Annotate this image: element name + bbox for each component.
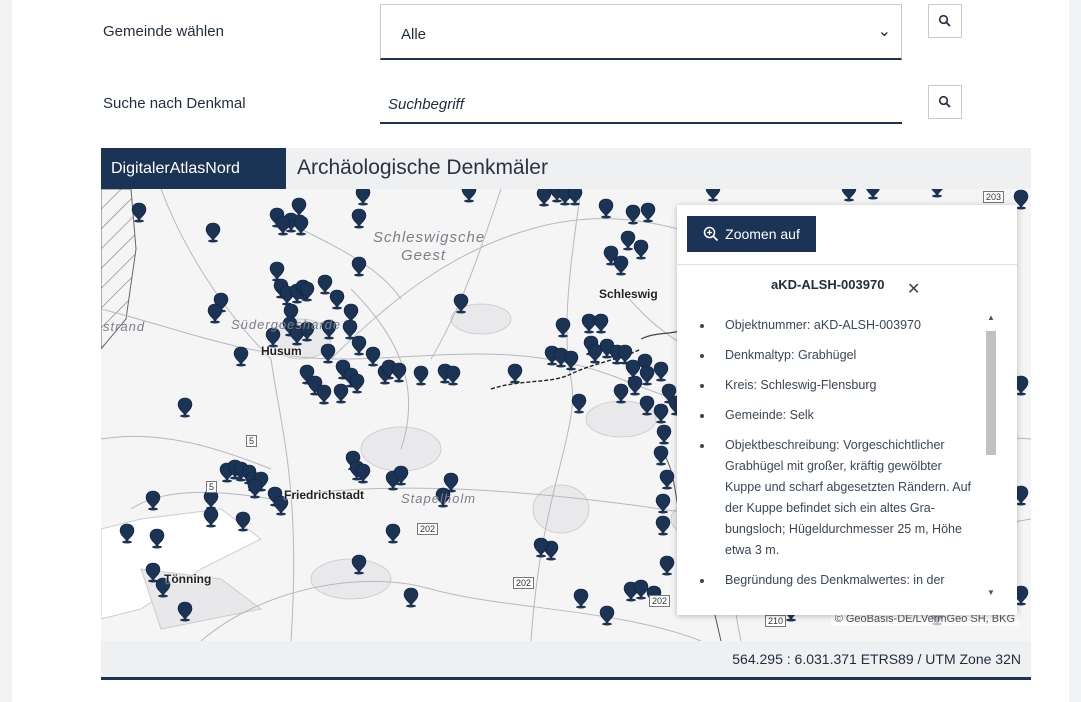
road-number: 202 (649, 595, 671, 607)
list-item: Gemeinde: Selk (677, 405, 987, 426)
region-label: Schleswigsche (373, 229, 486, 246)
region-label: Stapelholm (401, 491, 477, 506)
chevron-down-icon: ⌄ (877, 23, 891, 40)
place-schleswig: Schleswig (599, 287, 658, 301)
region-label: strand (103, 319, 146, 334)
road-number: 203 (983, 191, 1005, 203)
municipality-select[interactable]: Alle ⌄ (380, 4, 902, 60)
list-item: Objektbeschreibung: Vorgeschichtlicher G… (677, 435, 987, 561)
zoom-to-label: Zoomen auf (725, 226, 800, 242)
coordinate-readout: 564.295 : 6.031.371 ETRS89 / UTM Zone 32… (732, 651, 1021, 667)
search-input[interactable] (380, 86, 902, 122)
popup-divider (677, 264, 1017, 265)
list-item: Kreis: Schleswig-Flensburg (677, 375, 987, 396)
road-number: 5 (246, 435, 258, 447)
popup-title: aKD-ALSH-003970 (771, 277, 885, 292)
search-icon (938, 14, 951, 27)
close-icon[interactable]: ✕ (907, 279, 920, 299)
road-number: 210 (765, 615, 787, 627)
popup-attribute-list[interactable]: Objektnummer: aKD-ALSH-003970 Denkmaltyp… (677, 315, 987, 605)
map-header: DigitalerAtlasNord Archäologische Denkmä… (101, 148, 1031, 189)
search-field[interactable] (380, 86, 902, 124)
road-number: 5 (206, 481, 218, 493)
municipality-label: Gemeinde wählen (103, 23, 224, 40)
map-canvas[interactable]: Schleswigsche Geest Südergoesharde Stape… (101, 189, 1031, 641)
municipality-search-button[interactable] (928, 4, 962, 38)
map-footer: 564.295 : 6.031.371 ETRS89 / UTM Zone 32… (101, 641, 1031, 680)
zoom-to-button[interactable]: Zoomen auf (687, 216, 816, 252)
region-label: Südergoesharde (231, 317, 342, 332)
list-item: Objektnummer: aKD-ALSH-003970 (677, 315, 987, 336)
region-label: Geest (401, 247, 447, 264)
search-label: Suche nach Denkmal (103, 95, 246, 112)
road-number: 202 (513, 577, 535, 589)
feature-popup: Zoomen auf aKD-ALSH-003970 ✕ Objektnumme… (677, 205, 1017, 615)
scroll-thumb[interactable] (986, 331, 996, 455)
place-husum: Husum (261, 344, 302, 358)
place-friedrichstadt: Friedrichstadt (284, 488, 365, 502)
zoom-in-icon (703, 226, 719, 242)
page: Gemeinde wählen Alle ⌄ Suche nach Denkma… (12, 0, 1069, 702)
map-widget: DigitalerAtlasNord Archäologische Denkmä… (101, 148, 1031, 680)
list-item: Begründung des Denkmalwertes: in der (677, 570, 987, 591)
popup-scrollbar[interactable]: ▲ ▼ (983, 311, 999, 597)
map-title: Archäologische Denkmäler (297, 156, 548, 179)
denkmal-search-button[interactable] (928, 85, 962, 119)
place-toenning: Tönning (164, 572, 212, 586)
scroll-up-icon[interactable]: ▲ (987, 313, 995, 322)
search-icon (938, 95, 951, 108)
list-item: Denkmaltyp: Grabhügel (677, 345, 987, 366)
scroll-down-icon[interactable]: ▼ (987, 588, 995, 597)
atlas-brand: DigitalerAtlasNord (101, 148, 286, 189)
municipality-select-value: Alle (401, 26, 427, 43)
road-number: 202 (417, 523, 439, 535)
